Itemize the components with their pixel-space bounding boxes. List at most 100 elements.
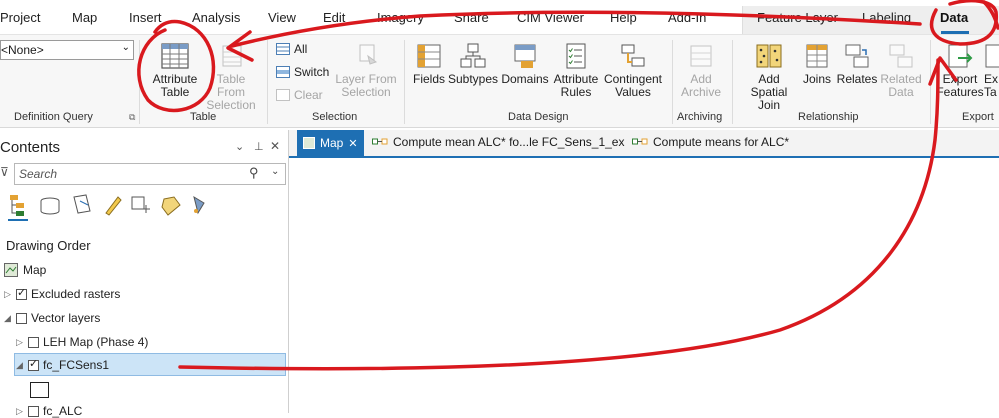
tab-help[interactable]: Help [610,10,637,25]
clear-selection-label: Clear [294,88,323,102]
group-label-selection: Selection [312,111,358,123]
fields-button[interactable]: Fields [410,42,448,86]
tab-feature-layer[interactable]: Feature Layer [757,10,838,25]
tab-edit[interactable]: Edit [323,10,345,25]
tab-insert[interactable]: Insert [129,10,162,25]
export-table-icon [985,44,999,68]
chevron-down-icon[interactable]: ⌄ [235,140,244,153]
relates-button[interactable]: Relates [836,42,878,86]
visibility-checkbox[interactable] [28,405,39,417]
select-all-button[interactable]: All [276,42,307,56]
tree-label-fc-fcsens1: fc_FCSens1 [43,358,110,372]
tab-map[interactable]: Map [72,10,97,25]
group-separator [404,40,405,124]
layer-symbol-swatch[interactable] [30,382,49,398]
map-icon [4,263,18,277]
tab-data[interactable]: Data [940,10,968,25]
map-view[interactable] [289,158,999,413]
collapse-icon[interactable]: ◢ [4,313,12,324]
fields-icon [417,44,441,68]
tab-project[interactable]: Project [0,10,40,25]
clear-icon [276,89,290,101]
tab-add-in[interactable]: Add-In [668,10,706,25]
list-by-selection-icon [73,194,91,214]
add-archive-button[interactable]: Add Archive [676,42,726,99]
doc-tab-compute-mean-fc-sens[interactable]: Compute mean ALC* fo...le FC_Sens_1_ex [372,135,624,149]
tree-item-fc-fcsens1[interactable]: ◢ fc_FCSens1 [16,357,110,373]
tree-item-vector-layers[interactable]: ◢ Vector layers [4,311,100,325]
related-data-button[interactable]: Related Data [878,42,924,99]
expand-icon[interactable]: ▷ [16,406,24,417]
export-features-button[interactable]: Export Features [936,42,984,99]
filter-icon[interactable]: ⊽ [0,165,9,179]
layer-from-selection-icon [359,44,378,65]
model-icon [372,138,388,145]
tab-labeling[interactable]: Labeling [862,10,911,25]
domains-button[interactable]: Domains [500,42,550,86]
contingent-values-button[interactable]: Contingent Values [602,42,664,99]
add-archive-icon [690,45,712,67]
tab-imagery[interactable]: Imagery [377,10,424,25]
tree-item-leh-map[interactable]: ▷ LEH Map (Phase 4) [16,335,148,349]
list-by-source-icon [40,197,60,215]
tab-view[interactable]: View [268,10,296,25]
add-spatial-join-icon [756,44,782,68]
related-data-icon [889,44,913,68]
expand-icon[interactable]: ▷ [16,337,24,348]
switch-selection-button[interactable]: Switch [276,65,329,79]
subtypes-label: Subtypes [448,72,499,86]
contents-title: Contents [0,139,61,156]
attribute-rules-button[interactable]: Attribute Rules [551,42,601,99]
visibility-checkbox[interactable] [16,286,27,300]
tree-item-fc-alc[interactable]: ▷ fc_ALC [16,404,82,418]
search-icon[interactable]: ⚲ [249,165,259,181]
search-chevron-icon[interactable]: ⌄ [271,166,279,177]
tab-analysis[interactable]: Analysis [192,10,240,25]
add-spatial-join-button[interactable]: Add Spatial Join [738,42,800,112]
group-separator [672,40,673,124]
switch-selection-label: Switch [294,65,330,79]
doc-tab-map[interactable]: Map ✕ [297,130,364,156]
subtypes-button[interactable]: Subtypes [448,42,498,86]
group-label-relationship: Relationship [798,111,859,123]
tree-item-map[interactable]: Map [4,263,46,277]
search-input[interactable]: Search [19,167,57,181]
close-icon[interactable]: ✕ [270,139,280,153]
export-table-button[interactable]: Ex Ta [984,42,999,99]
clear-selection-button[interactable]: Clear [276,88,323,102]
table-from-selection-label: Table From Selection [206,72,256,112]
select-all-icon [276,43,290,55]
list-by-perspective-icon [193,195,205,215]
list-by-drawing-order-icon [8,195,28,221]
pin-icon[interactable]: ⊥ [254,140,264,153]
tab-cim-viewer[interactable]: CIM Viewer [517,10,584,25]
dialog-launcher-icon[interactable]: ⧉ [129,112,135,123]
visibility-checkbox[interactable] [28,357,39,371]
tree-item-excluded-rasters[interactable]: ▷ Excluded rasters [4,286,120,302]
collapse-icon[interactable]: ◢ [16,360,24,371]
attribute-table-button[interactable]: Attribute Table [146,42,204,99]
expand-icon[interactable]: ▷ [4,289,12,300]
close-icon[interactable]: ✕ [348,137,357,150]
layer-from-selection-label: Layer From Selection [335,72,397,99]
visibility-checkbox[interactable] [16,312,27,324]
list-by-editing-icon [105,196,122,216]
tree-label-vector-layers: Vector layers [31,311,101,325]
joins-icon [806,44,828,68]
add-spatial-join-label: Add Spatial Join [750,72,788,112]
list-by-snapping-icon [131,196,150,213]
relates-label: Relates [836,72,878,86]
group-separator [267,40,268,124]
domains-icon [514,44,536,68]
tab-share[interactable]: Share [454,10,489,25]
group-label-export: Export [962,111,994,123]
layer-from-selection-button[interactable]: Layer From Selection [335,42,397,99]
doc-tab-compute-means-alc[interactable]: Compute means for ALC* [632,135,789,149]
table-from-selection-button[interactable]: Table From Selection [203,42,259,112]
definition-query-dropdown[interactable]: <None> ⌄ [0,40,134,60]
joins-button[interactable]: Joins [800,42,834,86]
visibility-checkbox[interactable] [28,336,39,348]
add-archive-label: Add Archive [680,72,721,99]
drawing-order-heading: Drawing Order [6,238,91,253]
contents-search-box[interactable]: Search ⚲ ⌄ [14,163,286,185]
